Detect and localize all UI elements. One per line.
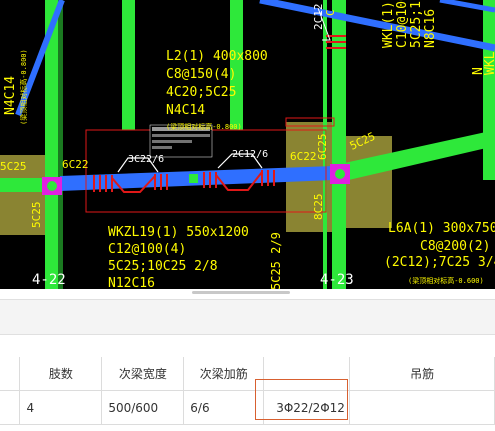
axis-label-4-23: 4-23: [320, 272, 354, 288]
beam-l2-line4: N4C14: [166, 103, 205, 118]
beam-l2-line2: C8@150(4): [166, 67, 236, 82]
table-row[interactable]: 4 500/600 6/6 3Φ22/2Φ12: [0, 390, 495, 425]
bottom-mid-vertical: 5C25 2/9: [269, 232, 283, 289]
beam-blue-diagonal-right: [259, 0, 495, 52]
beam-vertical-mid2: [230, 0, 243, 130]
hanger-settings-table: 肢数 次梁宽度 次梁加筋 吊筋 4 500/600 6/6 3Φ22/2Φ12: [0, 357, 495, 425]
column-header-blank: [0, 357, 21, 391]
beam-vertical-left-inner: [58, 0, 63, 289]
beam-l2-line5: (梁顶相对标高-0.800): [166, 122, 242, 131]
label-8c25: 8C25: [312, 194, 325, 221]
table-cell[interactable]: [0, 390, 21, 425]
beam-l6a-line2: C8@200(2): [420, 239, 490, 254]
beam-wkzl19-line2: C12@100(4): [108, 242, 186, 257]
beam-vertical-mid: [122, 0, 135, 130]
axis-label-4-22: 4-22: [32, 272, 66, 288]
beam-wkl-right-line1: WKL(1): [381, 1, 396, 48]
table-cell-legs[interactable]: 4: [19, 390, 103, 425]
beam-grip-marker: [189, 174, 198, 183]
beam-wkl-right-line2: C10@100: [395, 0, 410, 48]
hanger-label-left: 3C22/6: [128, 154, 164, 165]
beam-left-vertical-line1: N4C14: [3, 76, 18, 115]
beam-wkzl19-line3: 5C25;10C25 2/8: [108, 259, 218, 274]
label-6c22-right: 6C22: [290, 150, 317, 163]
column-header-blank-2: [263, 357, 351, 391]
label-5c25-vert: 5C25: [30, 202, 43, 229]
column-marker-4-22-center: [47, 181, 57, 191]
table-cell-secondary-beam-width[interactable]: 500/600: [101, 390, 185, 425]
beam-left-vertical-2-line2: N: [471, 67, 486, 75]
top-mid-vertical-line2: C: [324, 9, 337, 16]
splitter-handle[interactable]: [192, 291, 290, 294]
beam-l2-line1: L2(1) 400x800: [166, 49, 268, 64]
table-cell-secondary-beam-stirrup[interactable]: 6/6: [183, 390, 265, 425]
beam-vertical-far: [483, 0, 495, 180]
table-header-row: 肢数 次梁宽度 次梁加筋 吊筋: [0, 357, 495, 391]
label-6c25: 6C25: [316, 134, 329, 161]
table-cell-hanger-bar[interactable]: [349, 390, 495, 425]
column-header-hanger-bar: 吊筋: [349, 357, 495, 391]
beam-wkl-right-line4: N8C16: [423, 9, 438, 48]
hanger-label-right: 2C12/6: [232, 149, 268, 160]
beam-wkzl19-line1: WKZL19(1) 550x1200: [108, 225, 249, 240]
column-header-secondary-beam-stirrup: 次梁加筋: [183, 357, 265, 391]
beam-l6a-line4: (梁顶相对标高-0.600): [408, 276, 484, 285]
panel-splitter[interactable]: [0, 289, 495, 299]
beam-l2-line3: 4C20;5C25: [166, 85, 236, 100]
beam-left-vertical-line2: (梁顶相对标高-0.800): [19, 49, 28, 125]
cad-drawing-canvas[interactable]: L2(1) 400x800 C8@150(4) 4C20;5C25 N4C14 …: [0, 0, 495, 289]
column-header-legs: 肢数: [19, 357, 103, 391]
beam-vertical-right: [332, 0, 346, 289]
beam-wkl-right-line3: 5C25;1: [409, 1, 424, 48]
table-cell-hanger-value[interactable]: 3Φ22/2Φ12: [263, 390, 351, 425]
attribute-panel-toolbar: [0, 299, 495, 335]
column-marker-4-23-center: [335, 169, 345, 179]
beam-l6a-line3: (2C12);7C25 3/4: [384, 255, 495, 270]
label-5c25-left: 5C25: [0, 160, 27, 173]
column-header-secondary-beam-width: 次梁宽度: [101, 357, 185, 391]
beam-l6a-line1: L6A(1) 300x750: [388, 221, 495, 236]
beam-wkzl19-line4: N12C16: [108, 276, 155, 289]
label-6c22-left: 6C22: [62, 158, 89, 171]
